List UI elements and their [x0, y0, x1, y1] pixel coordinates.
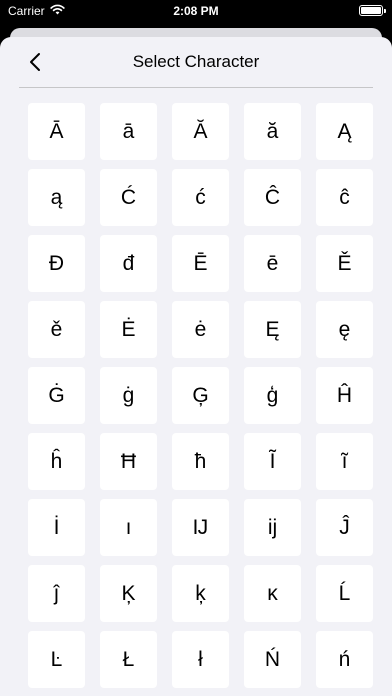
character-cell[interactable]: ķ — [172, 565, 229, 622]
character-cell[interactable]: ı — [100, 499, 157, 556]
character-cell[interactable]: Ķ — [100, 565, 157, 622]
character-cell[interactable]: Ě — [316, 235, 373, 292]
character-cell[interactable]: Ą — [316, 103, 373, 160]
character-grid: ĀāĂăĄąĆćĈĉ ĐđĒēĚěĖėĘę ĠġĢģĤĥĦħĨĩ İıĲĳĴĵĶķĸĹ… — [28, 103, 373, 688]
character-cell[interactable]: Ĵ — [316, 499, 373, 556]
character-cell[interactable]: ă — [244, 103, 301, 160]
character-cell[interactable]: Ŀ — [28, 631, 85, 688]
character-cell[interactable]: Ć — [100, 169, 157, 226]
character-cell[interactable]: Ģ — [172, 367, 229, 424]
character-cell[interactable]: Ġ — [28, 367, 85, 424]
navigation-bar: Select Character — [0, 37, 392, 89]
character-cell[interactable]: Ĥ — [316, 367, 373, 424]
character-cell[interactable]: Ā — [28, 103, 85, 160]
character-cell[interactable]: ā — [100, 103, 157, 160]
character-cell[interactable]: ġ — [100, 367, 157, 424]
character-cell[interactable]: Ĉ — [244, 169, 301, 226]
character-cell[interactable]: Ĳ — [172, 499, 229, 556]
character-cell[interactable]: Ħ — [100, 433, 157, 490]
character-cell[interactable]: İ — [28, 499, 85, 556]
character-cell[interactable]: Ł — [100, 631, 157, 688]
character-cell[interactable]: ą — [28, 169, 85, 226]
character-cell[interactable]: Đ — [28, 235, 85, 292]
character-cell[interactable]: Ĩ — [244, 433, 301, 490]
character-cell[interactable]: ń — [316, 631, 373, 688]
character-cell[interactable]: ć — [172, 169, 229, 226]
character-cell[interactable]: Ń — [244, 631, 301, 688]
divider — [19, 87, 373, 88]
character-cell[interactable]: ĩ — [316, 433, 373, 490]
character-cell[interactable]: ĥ — [28, 433, 85, 490]
page-title: Select Character — [132, 52, 260, 71]
character-cell[interactable]: Ė — [100, 301, 157, 358]
character-cell[interactable]: Ĺ — [316, 565, 373, 622]
status-bar: Carrier 2:08 PM — [0, 0, 392, 22]
character-cell[interactable]: ĉ — [316, 169, 373, 226]
character-cell[interactable]: ł — [172, 631, 229, 688]
character-cell[interactable]: Ē — [172, 235, 229, 292]
character-cell[interactable]: đ — [100, 235, 157, 292]
character-picker-sheet: Select Character ĀāĂăĄąĆćĈĉ ĐđĒēĚěĖėĘę ĠġĢ… — [0, 37, 392, 696]
character-cell[interactable]: ę — [316, 301, 373, 358]
character-cell[interactable]: ē — [244, 235, 301, 292]
character-cell[interactable]: ĳ — [244, 499, 301, 556]
character-cell[interactable]: Ę — [244, 301, 301, 358]
character-cell[interactable]: Ă — [172, 103, 229, 160]
battery-icon — [359, 5, 386, 16]
status-time: 2:08 PM — [173, 4, 219, 18]
character-cell[interactable]: ħ — [172, 433, 229, 490]
character-cell[interactable]: ė — [172, 301, 229, 358]
character-cell[interactable]: ĸ — [244, 565, 301, 622]
character-cell[interactable]: ě — [28, 301, 85, 358]
character-cell[interactable]: ģ — [244, 367, 301, 424]
character-cell[interactable]: ĵ — [28, 565, 85, 622]
